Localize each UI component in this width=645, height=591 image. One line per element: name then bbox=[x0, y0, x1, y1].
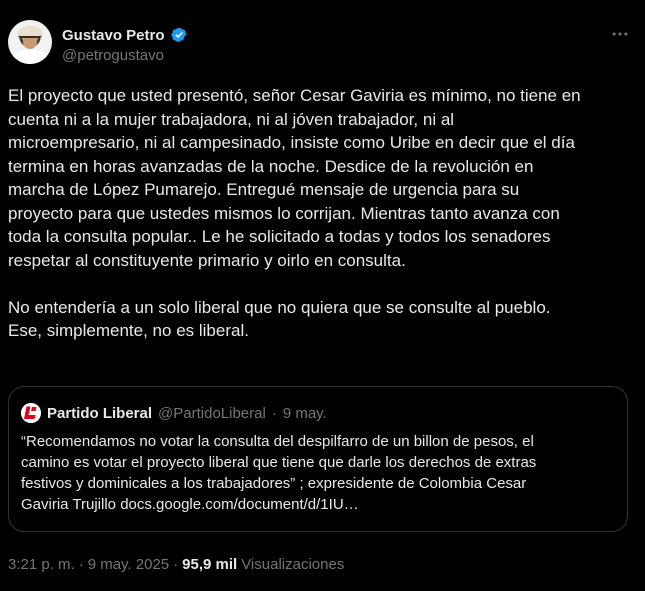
partido-liberal-logo-icon bbox=[21, 403, 41, 423]
meta-separator: · bbox=[78, 556, 84, 573]
quoted-tweet[interactable]: Partido Liberal @PartidoLiberal · 9 may.… bbox=[8, 386, 628, 532]
tweet-date[interactable]: 9 may. 2025 bbox=[88, 556, 169, 573]
quoted-date[interactable]: 9 may. bbox=[283, 405, 327, 422]
quoted-tweet-text: “Recomendamos no votar la consulta del d… bbox=[21, 433, 537, 513]
quoted-separator: · bbox=[271, 404, 277, 422]
quoted-author-handle[interactable]: @PartidoLiberal bbox=[158, 405, 266, 422]
avatar[interactable] bbox=[8, 20, 52, 64]
tweet-body: El proyecto que usted presentó, señor Ce… bbox=[8, 84, 633, 343]
author-name-row: Gustavo Petro bbox=[62, 26, 188, 44]
more-options-icon[interactable] bbox=[608, 24, 632, 44]
verified-badge-icon bbox=[170, 28, 187, 42]
meta-separator: · bbox=[173, 556, 179, 573]
author-handle[interactable]: @petrogustavo bbox=[62, 47, 164, 64]
quoted-author-name[interactable]: Partido Liberal bbox=[47, 405, 152, 422]
tweet-time[interactable]: 3:21 p. m. bbox=[8, 556, 75, 573]
quoted-tweet-header: Partido Liberal @PartidoLiberal · 9 may. bbox=[21, 403, 327, 423]
tweet-meta: 3:21 p. m. · 9 may. 2025 · 95,9 mil Visu… bbox=[8, 556, 344, 573]
tweet-card: Gustavo Petro @petrogustavo El proyecto … bbox=[0, 0, 645, 591]
more-dots-icon bbox=[612, 32, 628, 36]
views-count: 95,9 mil bbox=[182, 556, 238, 573]
views-label: Visualizaciones bbox=[241, 556, 345, 573]
author-display-name[interactable]: Gustavo Petro bbox=[62, 27, 165, 44]
tweet-paragraph-1: El proyecto que usted presentó, señor Ce… bbox=[8, 86, 581, 270]
tweet-paragraph-2: No entendería a un solo liberal que no q… bbox=[8, 297, 551, 341]
